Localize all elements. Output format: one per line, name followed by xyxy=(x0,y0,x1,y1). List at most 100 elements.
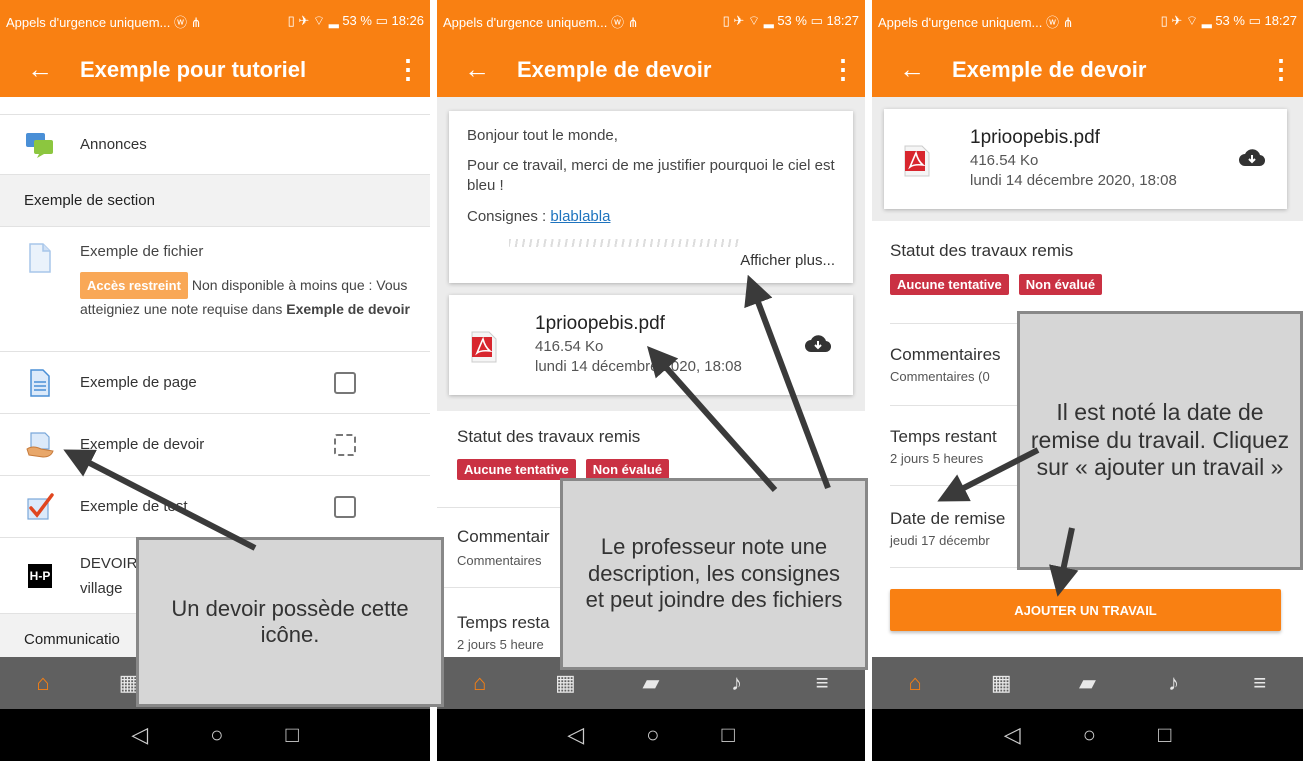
more-options-icon[interactable]: ⋮ xyxy=(386,54,430,85)
page-title: Exemple pour tutoriel xyxy=(80,56,307,82)
completion-checkbox[interactable] xyxy=(334,371,356,394)
file-name: 1prioopebis.pdf xyxy=(970,127,1100,148)
bell-icon[interactable]: ♪ xyxy=(1154,670,1194,696)
list-item-test[interactable]: Exemple de test xyxy=(0,476,430,538)
cloud-download-icon[interactable] xyxy=(1239,147,1266,172)
file-card[interactable]: 1prioopebis.pdf 416.54 Ko lundi 14 décem… xyxy=(884,109,1287,209)
calendar-icon[interactable]: ▦ xyxy=(545,670,585,696)
system-home-icon[interactable]: ○ xyxy=(1083,722,1096,748)
menu-icon[interactable]: ≡ xyxy=(1240,670,1280,696)
app-bar: ← Exemple pour tutoriel ⋮ xyxy=(0,42,430,97)
system-recents-icon[interactable]: □ xyxy=(285,722,298,748)
system-nav-bar: ◁ ○ □ xyxy=(0,709,430,761)
list-item-fichier[interactable]: Exemple de fichier Accès restreint Non d… xyxy=(0,227,430,352)
consignes-label: Consignes : xyxy=(467,208,551,225)
description-body: Pour ce travail, merci de me justifier p… xyxy=(467,157,835,194)
status-bar: Appels d'urgence uniquem... ⓦ ⋔ ▯ ✈ ⌔ ▂ … xyxy=(872,0,1303,42)
cloud-download-icon[interactable] xyxy=(805,333,832,358)
comments-sub[interactable]: Commentaires xyxy=(457,553,542,568)
file-date: lundi 14 décembre 2020, 18:08 xyxy=(535,358,742,375)
bell-icon[interactable]: ♪ xyxy=(717,670,757,696)
callout-box-due-date: Il est noté la date de remise du travail… xyxy=(1017,311,1303,570)
system-nav-bar: ◁ ○ □ xyxy=(872,709,1303,761)
due-date-title: Date de remise xyxy=(890,509,1006,528)
app-bar: ← Exemple de devoir ⋮ xyxy=(872,42,1303,97)
file-date: lundi 14 décembre 2020, 18:08 xyxy=(970,172,1177,189)
time-left-title: Temps resta xyxy=(457,613,550,632)
comments-sub[interactable]: Commentaires (0 xyxy=(890,369,990,384)
time-left-title: Temps restant xyxy=(890,427,997,446)
system-home-icon[interactable]: ○ xyxy=(646,722,659,748)
pdf-icon xyxy=(904,145,930,182)
assignment-icon xyxy=(0,431,80,459)
list-item-label: Annonces xyxy=(80,136,147,153)
more-options-icon[interactable]: ⋮ xyxy=(1259,54,1303,85)
status-right: ▯ ✈ ⌔ ▂ 53 % ▭ 18:27 xyxy=(1160,13,1297,28)
list-item-devoir[interactable]: Exemple de devoir xyxy=(0,414,430,476)
submission-status-title: Statut des travaux remis xyxy=(457,427,641,446)
system-back-icon[interactable]: ◁ xyxy=(1004,722,1021,748)
list-item-annonces[interactable]: Annonces xyxy=(0,115,430,175)
restricted-badge: Accès restreint xyxy=(80,272,188,299)
show-more-link[interactable]: Afficher plus... xyxy=(740,252,835,269)
description-consignes: Consignes : blablabla xyxy=(467,208,835,225)
list-item-label: Exemple de devoir xyxy=(80,436,205,453)
completion-checkbox[interactable] xyxy=(334,495,356,518)
list-item-label: Exemple de page xyxy=(80,374,197,391)
forum-icon xyxy=(0,131,80,159)
status-right: ▯ ✈ ⌔ ▂ 53 % ▭ 18:26 xyxy=(287,13,424,28)
h5p-icon: H-P xyxy=(0,563,80,588)
faded-image xyxy=(509,239,739,247)
messages-icon[interactable]: ▰ xyxy=(1067,670,1107,696)
status-badge: Non évalué xyxy=(1018,274,1103,295)
more-options-icon[interactable]: ⋮ xyxy=(821,54,865,85)
list-item-label: Exemple de test xyxy=(80,498,188,515)
quiz-icon xyxy=(0,492,80,521)
system-back-icon[interactable]: ◁ xyxy=(131,722,148,748)
system-back-icon[interactable]: ◁ xyxy=(567,722,584,748)
file-icon xyxy=(0,243,80,273)
back-arrow-icon[interactable]: ← xyxy=(872,42,952,97)
messages-icon[interactable]: ▰ xyxy=(631,670,671,696)
status-bar: Appels d'urgence uniquem... ⓦ ⋔ ▯ ✈ ⌔ ▂ … xyxy=(0,0,430,42)
list-item-page[interactable]: Exemple de page xyxy=(0,352,430,414)
page-title: Exemple de devoir xyxy=(517,56,712,82)
system-recents-icon[interactable]: □ xyxy=(721,722,734,748)
status-left: Appels d'urgence uniquem... ⓦ ⋔ xyxy=(878,14,1074,30)
due-date-value: jeudi 17 décembr xyxy=(890,533,990,548)
page-title: Exemple de devoir xyxy=(952,56,1147,82)
menu-icon[interactable]: ≡ xyxy=(802,670,842,696)
status-badges: Aucune tentative Non évalué xyxy=(890,274,1103,295)
status-badge: Aucune tentative xyxy=(457,459,576,480)
restriction-target: Exemple de devoir xyxy=(286,301,410,317)
home-icon[interactable]: ⌂ xyxy=(895,670,935,696)
time-left-value: 2 jours 5 heures xyxy=(890,451,984,466)
section-header: Exemple de section xyxy=(0,175,430,227)
calendar-icon[interactable]: ▦ xyxy=(981,670,1021,696)
file-card[interactable]: 1prioopebis.pdf 416.54 Ko lundi 14 décem… xyxy=(449,295,853,395)
add-submission-button[interactable]: AJOUTER UN TRAVAIL xyxy=(890,589,1281,631)
completion-checkbox[interactable] xyxy=(334,433,356,456)
comments-title: Commentair xyxy=(457,527,550,546)
status-badge: Non évalué xyxy=(585,459,670,480)
pdf-icon xyxy=(471,331,497,368)
consignes-link[interactable]: blablabla xyxy=(550,208,610,225)
system-recents-icon[interactable]: □ xyxy=(1158,722,1171,748)
status-left: Appels d'urgence uniquem... ⓦ ⋔ xyxy=(443,14,639,30)
status-bar: Appels d'urgence uniquem... ⓦ ⋔ ▯ ✈ ⌔ ▂ … xyxy=(437,0,865,42)
file-name: 1prioopebis.pdf xyxy=(535,313,665,334)
home-icon[interactable]: ⌂ xyxy=(460,670,500,696)
home-icon[interactable]: ⌂ xyxy=(23,670,63,696)
page-icon xyxy=(0,368,80,397)
system-home-icon[interactable]: ○ xyxy=(210,722,223,748)
description-greeting: Bonjour tout le monde, xyxy=(467,127,618,144)
comments-title: Commentaires xyxy=(890,345,1001,364)
callout-box-description: Le professeur note une description, les … xyxy=(560,478,868,670)
list-item-label: Exemple de fichier xyxy=(80,243,204,260)
time-left-value: 2 jours 5 heure xyxy=(457,637,544,652)
back-arrow-icon[interactable]: ← xyxy=(0,42,80,97)
description-card: Bonjour tout le monde, Pour ce travail, … xyxy=(449,111,853,283)
back-arrow-icon[interactable]: ← xyxy=(437,42,517,97)
submission-status-title: Statut des travaux remis xyxy=(890,241,1074,260)
status-right: ▯ ✈ ⌔ ▂ 53 % ▭ 18:27 xyxy=(722,13,859,28)
